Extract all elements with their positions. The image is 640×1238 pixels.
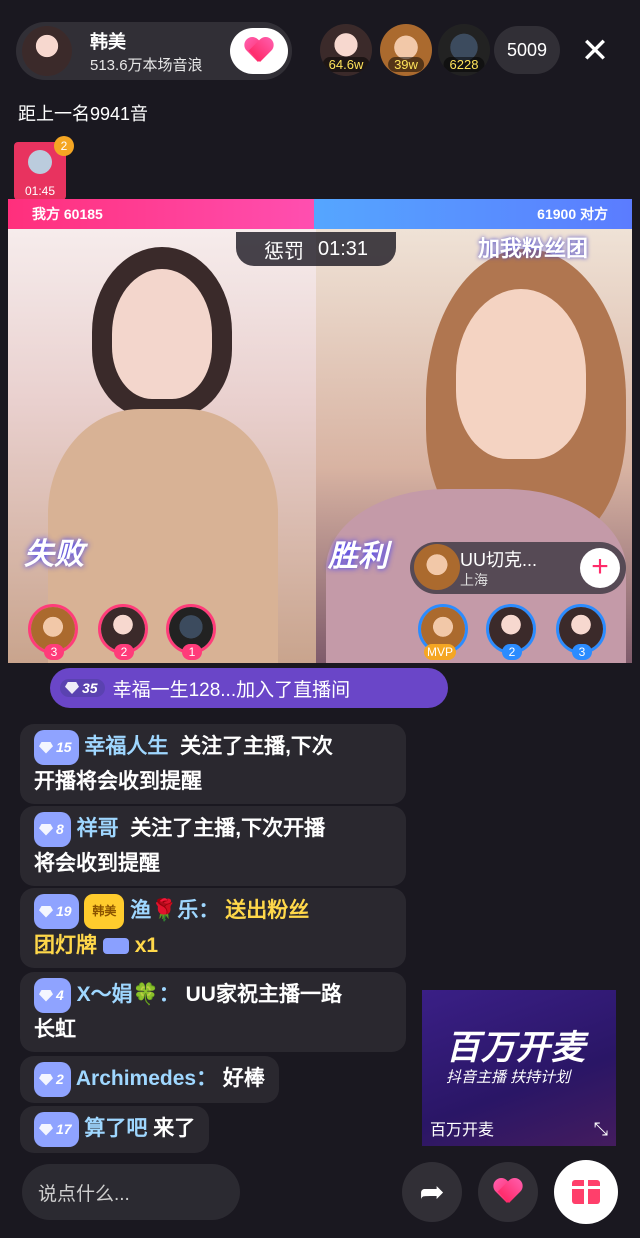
gifter-rank: MVP [424,644,456,660]
level-badge: 15 [34,730,79,765]
opponent-city: 上海 [460,572,488,588]
lamp-icon [102,938,129,955]
timer-count: 2 [54,136,74,156]
pk-score-bar: 我方 60185 61900 对方 [8,199,632,229]
right-result: 胜利 [328,540,388,573]
pk-right-score: 61900 对方 [313,199,632,229]
chat-username[interactable]: 幸福人生 [84,735,168,758]
chat-text: 来了 [153,1117,196,1141]
level-badge: 19 [34,894,79,929]
level-badge: 2 [34,1062,71,1097]
host-name: 韩美 [90,32,126,52]
chat-message: 17 算了吧 来了 [20,1106,210,1153]
fan-banner: 加我粉丝团 [478,236,589,261]
gem-icon [65,682,79,694]
chat-text: 关注了主播,下次 [180,735,333,759]
chat-username[interactable]: 渔🌹乐： [130,899,219,922]
host-avatar[interactable] [22,26,72,76]
join-text: 幸福一生128...加入了直播间 [112,679,351,701]
top-viewer-2[interactable]: 39w [380,24,432,76]
gem-icon [39,989,53,1002]
level-badge: 17 [34,1112,79,1147]
host-subtitle: 513.6万本场音浪 [90,57,203,74]
left-stream[interactable]: 失败 [8,229,316,663]
opponent-card[interactable]: UU切克... 上海 + [410,542,626,594]
opponent-avatar[interactable] [414,544,460,590]
pk-timer: 惩罚 01:31 [236,232,396,266]
right-stream[interactable]: 加我粉丝团 胜利 [316,229,632,663]
top-viewer-3[interactable]: 6228 [438,24,490,76]
viewer-badge: 6228 [443,57,485,72]
chat-username[interactable]: Archimedes： [76,1067,217,1090]
pk-timer-label: 惩罚 [263,240,304,263]
heart-icon [244,38,274,64]
gem-icon [39,905,53,918]
promo-banner[interactable]: 百万开麦 抖音主播 扶持计划 百万开麦 ⤡ [422,990,616,1146]
chat-username[interactable]: X～娟🍀： [77,983,180,1006]
rank-text: 距上一名9941音 [18,104,149,124]
follow-button[interactable] [230,28,288,74]
timer-badge[interactable]: 2 01:45 [14,136,74,200]
gift-count: x1 [134,934,159,957]
share-icon: ➦ [419,1175,445,1209]
left-result: 失败 [24,538,84,571]
chat-gift-text: 团灯牌 [34,934,97,957]
chat-text: 将会收到提醒 [34,852,160,875]
pk-video-area[interactable]: 失败 加我粉丝团 胜利 [8,229,632,663]
gem-icon [39,823,53,836]
chat-gift-text: 送出粉丝 [225,899,310,923]
gifter-rank: 2 [114,644,134,660]
level-badge: 8 [34,812,71,847]
fan-badge: 韩美 [84,894,125,929]
chat-text: UU家祝主播一路 [185,983,342,1007]
pk-left-score: 我方 60185 [8,199,314,229]
pk-timer-value: 01:31 [317,237,369,260]
promo-title: 百万开麦 [446,1029,586,1067]
gem-icon [39,1073,53,1086]
close-icon[interactable]: ✕ [576,32,614,70]
mini-avatar [28,150,52,174]
gift-icon [572,1180,600,1204]
opponent-name: UU切克... [460,550,538,570]
gifter-rank: 2 [502,644,522,660]
level-badge: 35 [60,679,105,697]
level-badge: 4 [34,978,71,1013]
gifter-rank: 3 [44,644,64,660]
chat-message: 4 X～娟🍀： UU家祝主播一路 长虹 [20,972,406,1052]
chat-username[interactable]: 算了吧 [84,1117,147,1140]
join-notice: 35 幸福一生128...加入了直播间 [50,668,448,708]
viewer-badge: 64.6w [322,57,370,72]
chat-text: 长虹 [34,1018,76,1041]
chat-message: 2 Archimedes： 好棒 [20,1056,279,1103]
gem-icon [39,741,53,754]
expand-icon[interactable]: ⤡ [594,1119,608,1140]
heart-icon [493,1179,523,1205]
timer-time: 01:45 [24,184,56,198]
gem-icon [39,1123,53,1136]
comment-input[interactable]: 说点什么... [22,1164,240,1220]
promo-slogan: 抖音主播 扶持计划 [446,1069,571,1086]
viewer-badge: 39w [388,57,424,72]
top-viewer-1[interactable]: 64.6w [320,24,372,76]
like-button[interactable] [478,1162,538,1222]
chat-text: 好棒 [222,1067,265,1091]
plus-icon[interactable]: + [580,548,620,588]
viewer-count[interactable]: 5009 [494,26,560,74]
chat-text: 开播将会收到提醒 [34,770,202,793]
gift-button[interactable] [554,1160,618,1224]
gifter-rank: 1 [182,644,202,660]
chat-text: 关注了主播,下次开播 [130,817,326,841]
promo-caption: 百万开麦 [430,1122,495,1139]
chat-username[interactable]: 祥哥 [77,817,119,840]
share-button[interactable]: ➦ [402,1162,462,1222]
chat-message: 8 祥哥 关注了主播,下次开播 将会收到提醒 [20,806,406,886]
chat-message: 15 幸福人生 关注了主播,下次 开播将会收到提醒 [20,724,406,804]
gifter-rank: 3 [572,644,592,660]
chat-message: 19 韩美 渔🌹乐： 送出粉丝 团灯牌 x1 [20,888,406,968]
